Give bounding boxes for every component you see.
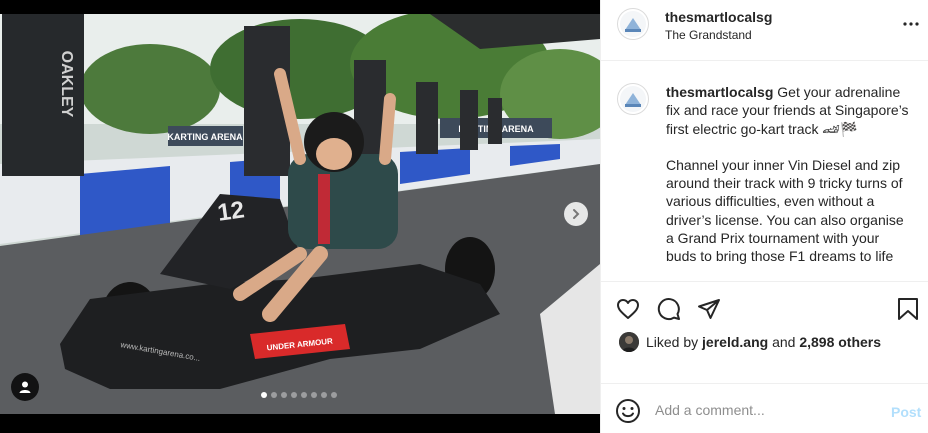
post-actions: Liked by jereld.ang and 2,898 others <box>601 281 928 381</box>
liker-avatar[interactable] <box>619 332 639 352</box>
tagged-users-button[interactable] <box>11 373 39 401</box>
carousel-dot <box>331 392 337 398</box>
carousel-dot <box>291 392 297 398</box>
pillar-brand-text: OAKLEY <box>58 51 75 118</box>
likes-count[interactable]: 2,898 others <box>799 334 881 350</box>
likes-summary: Liked by jereld.ang and 2,898 others <box>619 332 881 352</box>
author-avatar[interactable] <box>617 8 649 40</box>
carousel-indicator <box>261 392 337 398</box>
liker-photo <box>619 332 639 352</box>
brand-logo-icon <box>620 86 646 112</box>
brand-logo-icon <box>620 11 646 37</box>
caption-text: thesmartlocalsg Get your adrenaline fix … <box>666 83 911 281</box>
likes-joiner: and <box>772 334 796 350</box>
smiley-icon <box>616 399 640 423</box>
caption-area: thesmartlocalsg Get your adrenaline fix … <box>601 61 928 281</box>
likes-prefix: Liked by <box>646 334 699 350</box>
comment-icon <box>657 298 680 321</box>
carousel-dot <box>301 392 307 398</box>
post-location[interactable]: The Grandstand <box>665 28 752 42</box>
caption-avatar[interactable] <box>617 83 649 115</box>
heart-icon <box>617 299 639 319</box>
next-slide-button[interactable] <box>564 202 588 226</box>
carousel-dot <box>281 392 287 398</box>
comment-bar: Post <box>601 383 928 433</box>
user-tag-icon <box>19 381 31 393</box>
go-kart-photo: KARTING ARENA KARTING ARENA OAKLEY 12 UN… <box>0 14 600 414</box>
more-horizontal-icon <box>903 22 919 26</box>
post-side-panel: thesmartlocalsg The Grandstand thesmartl… <box>600 0 928 433</box>
carousel-dot <box>311 392 317 398</box>
caption-paragraph-2: Channel your inner Vin Diesel and zip ar… <box>666 156 904 265</box>
share-button[interactable] <box>696 296 722 322</box>
carousel-dot <box>271 392 277 398</box>
post-comment-button[interactable]: Post <box>891 404 921 420</box>
chevron-right-icon <box>573 209 580 219</box>
save-button[interactable] <box>895 296 921 322</box>
post-media: KARTING ARENA KARTING ARENA OAKLEY 12 UN… <box>0 0 600 433</box>
comment-input[interactable] <box>655 398 875 422</box>
emoji-button[interactable] <box>615 398 641 424</box>
kart-number: 12 <box>216 196 246 226</box>
post-header: thesmartlocalsg The Grandstand <box>601 0 928 61</box>
carousel-dot <box>321 392 327 398</box>
banner-left-text: KARTING ARENA <box>167 132 243 142</box>
bookmark-icon <box>898 298 918 320</box>
caption-username[interactable]: thesmartlocalsg <box>666 84 773 100</box>
more-options-button[interactable] <box>901 14 921 34</box>
like-button[interactable] <box>615 296 641 322</box>
paper-plane-icon <box>698 299 720 319</box>
comment-button[interactable] <box>656 296 682 322</box>
author-username[interactable]: thesmartlocalsg <box>665 9 772 25</box>
carousel-dot <box>261 392 267 398</box>
liker-username[interactable]: jereld.ang <box>702 334 768 350</box>
